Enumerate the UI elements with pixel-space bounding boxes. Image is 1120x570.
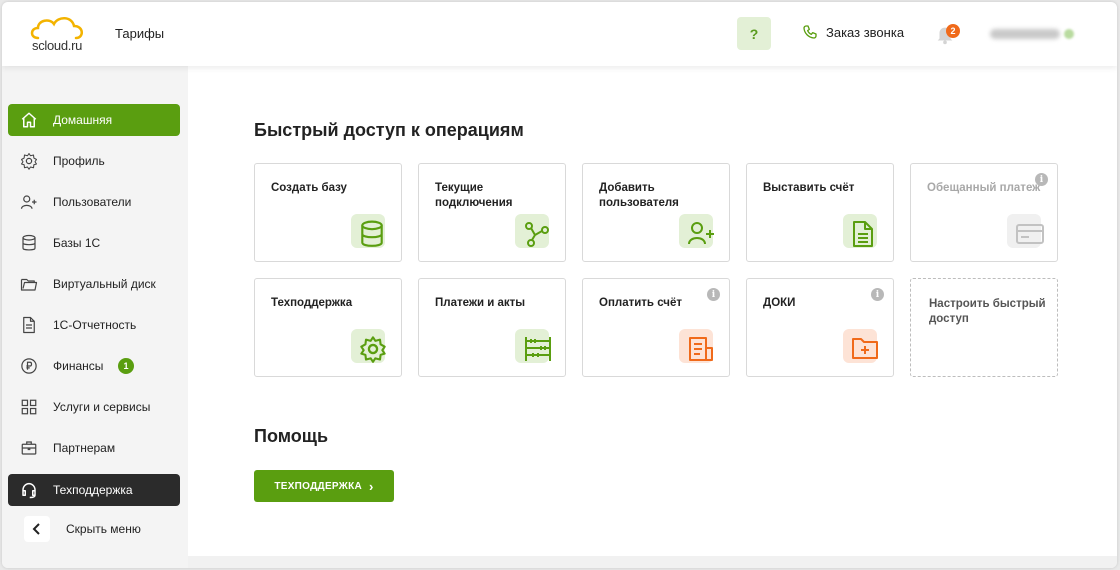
sidebar-item-label: 1С-Отчетность (53, 318, 137, 332)
card-create-database[interactable]: Создать базу (254, 163, 402, 262)
card-label: Выставить счёт (763, 182, 855, 194)
sidebar-item-databases[interactable]: Базы 1С (8, 227, 180, 259)
gear-icon (20, 152, 38, 170)
card-label: Текущие подключения (435, 182, 513, 209)
database-icon (351, 214, 393, 252)
notification-count-badge: 2 (946, 24, 960, 38)
chevron-left-icon (24, 516, 50, 542)
card-label: Техподдержка (271, 297, 353, 309)
card-payments-acts[interactable]: Платежи и акты (418, 278, 566, 377)
support-button-label: ТЕХПОДДЕРЖКА (274, 480, 363, 492)
sidebar-item-label: Пользователи (53, 195, 132, 209)
card-configure-quick-access[interactable]: Настроить быстрый доступ (910, 278, 1058, 377)
card-support[interactable]: Техподдержка (254, 278, 402, 377)
ruble-icon (21, 358, 37, 374)
card-issue-invoice[interactable]: Выставить счёт (746, 163, 894, 262)
card-label: Добавить пользователя (599, 182, 679, 209)
pay-invoice-icon (679, 329, 721, 367)
cloud-logo-icon (30, 17, 83, 40)
finance-count-badge: 1 (118, 358, 134, 374)
briefcase-icon (21, 441, 37, 455)
sidebar-item-label: Финансы (53, 359, 104, 373)
main-content: Быстрый доступ к операциям Создать базу … (188, 66, 1117, 556)
sidebar: Домашняя Профиль Пользователи Базы 1С Ви… (2, 66, 188, 568)
invoice-icon (843, 214, 885, 252)
info-icon[interactable]: i (707, 288, 720, 301)
chevron-right-icon: › (369, 478, 374, 494)
abacus-icon (515, 329, 557, 367)
sidebar-item-label: Профиль (53, 154, 105, 168)
card-icon (1007, 214, 1049, 252)
scloud-logo[interactable]: scloud.ru (28, 14, 88, 56)
sidebar-item-label: Партнерам (53, 441, 116, 455)
callback-button[interactable]: Заказ звонка (802, 24, 904, 40)
database-icon (22, 234, 36, 251)
gear-icon (351, 329, 393, 367)
user-plus-icon (20, 195, 37, 209)
logo-text: scloud.ru (32, 38, 83, 53)
sidebar-item-virtual-disk[interactable]: Виртуальный диск (8, 268, 180, 300)
card-pay-invoice[interactable]: Оплатить счёт i (582, 278, 730, 377)
folder-icon (20, 278, 38, 291)
card-label: Оплатить счёт (599, 297, 682, 309)
account-status-icon (1064, 29, 1074, 39)
phone-icon (803, 25, 817, 39)
info-icon[interactable]: i (1035, 173, 1048, 186)
sidebar-item-support[interactable]: Техподдержка (8, 474, 180, 506)
sidebar-item-services[interactable]: Услуги и сервисы (8, 391, 180, 423)
sidebar-item-label: Домашняя (53, 113, 113, 127)
nodes-icon (515, 214, 557, 252)
grid-icon (21, 399, 37, 415)
user-plus-icon (679, 214, 721, 252)
app-window: scloud.ru Тарифы ? Заказ звонка 2 Домашн… (2, 2, 1117, 568)
card-label: Платежи и акты (435, 297, 526, 309)
card-docs[interactable]: ДОКИ i (746, 278, 894, 377)
help-title: Помощь (254, 426, 329, 446)
sidebar-item-label: Базы 1С (53, 236, 101, 250)
quick-access-title: Быстрый доступ к операциям (254, 120, 524, 140)
card-label: Настроить быстрый доступ (929, 298, 1046, 325)
folder-plus-icon (843, 329, 885, 367)
collapse-menu-label: Скрыть меню (66, 522, 141, 536)
sidebar-item-users[interactable]: Пользователи (8, 186, 180, 218)
card-label: Обещанный платеж (927, 182, 1041, 194)
support-button[interactable]: ТЕХПОДДЕРЖКА › (254, 470, 394, 502)
account-menu[interactable] (990, 26, 1074, 42)
notifications-button[interactable]: 2 (934, 22, 960, 48)
bottom-strip (188, 556, 1117, 568)
sidebar-item-label: Услуги и сервисы (53, 400, 151, 414)
card-current-connections[interactable]: Текущие подключения (418, 163, 566, 262)
card-promised-payment[interactable]: Обещанный платеж i (910, 163, 1058, 262)
card-add-user[interactable]: Добавить пользователя (582, 163, 730, 262)
sidebar-item-label: Виртуальный диск (53, 277, 156, 291)
sidebar-item-home[interactable]: Домашняя (8, 104, 180, 136)
sidebar-item-profile[interactable]: Профиль (8, 145, 180, 177)
sidebar-item-label: Техподдержка (53, 483, 133, 497)
card-label: ДОКИ (763, 297, 796, 309)
collapse-menu-button[interactable]: Скрыть меню (24, 516, 141, 542)
info-icon[interactable]: i (871, 288, 884, 301)
headset-icon (22, 482, 36, 499)
top-header: scloud.ru Тарифы ? Заказ звонка 2 (2, 2, 1117, 66)
document-icon (23, 316, 35, 334)
tariffs-link[interactable]: Тарифы (115, 26, 164, 41)
help-button[interactable]: ? (737, 17, 771, 50)
callback-label: Заказ звонка (826, 24, 905, 40)
card-label: Создать базу (271, 182, 347, 194)
sidebar-item-partners[interactable]: Партнерам (8, 432, 180, 464)
account-id-blurred (990, 29, 1060, 39)
home-icon (21, 112, 37, 128)
sidebar-item-finance[interactable]: Финансы 1 (8, 350, 180, 382)
sidebar-item-reporting[interactable]: 1С-Отчетность (8, 309, 180, 341)
